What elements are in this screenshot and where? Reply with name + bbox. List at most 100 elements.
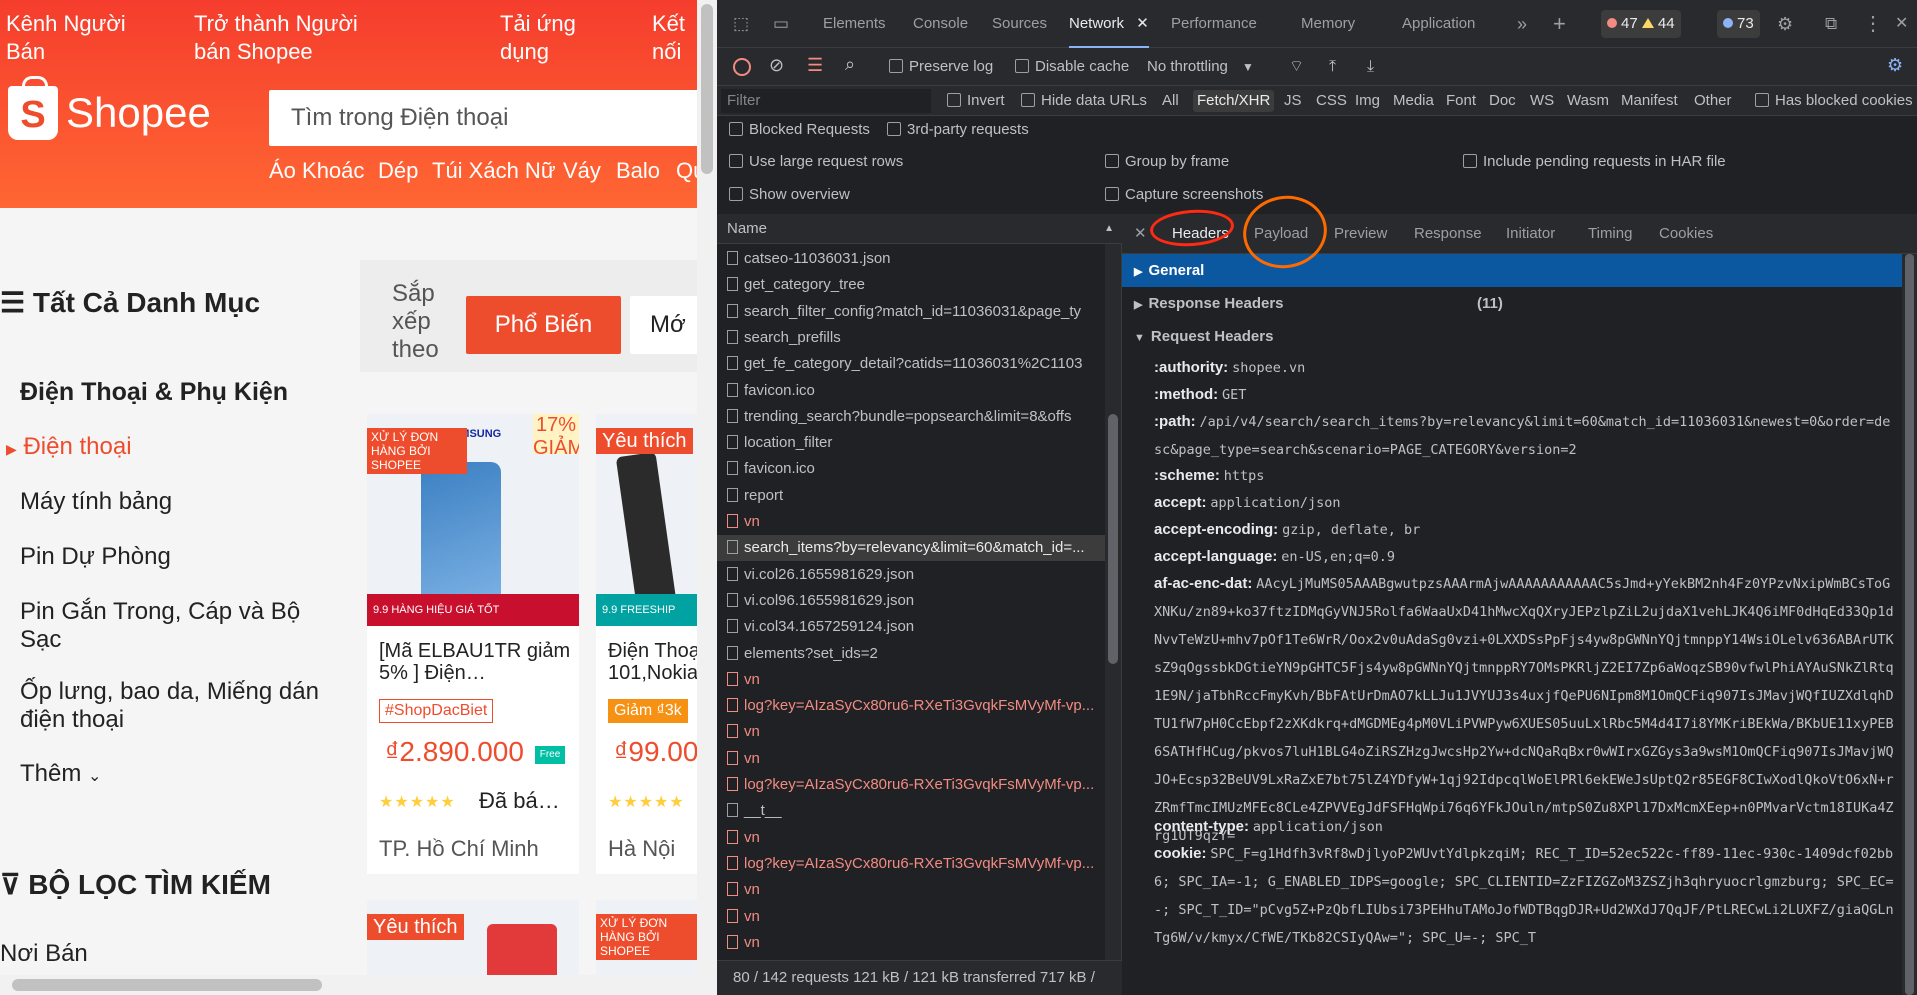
checkbox[interactable] [729,122,743,136]
request-row[interactable]: catseo-11036031.json [717,246,1105,272]
scrollbar-thumb[interactable] [12,979,322,991]
product-card[interactable]: 9.9 FREESHIP XTRA+ Yêu thích Điện Thoạ 1… [596,414,697,874]
request-row[interactable]: search_items?by=relevancy&limit=60&match… [717,535,1105,562]
include-pending-checkbox[interactable]: Include pending requests in HAR file [1463,152,1726,172]
request-row[interactable]: search_filter_config?match_id=11036031&p… [717,299,1105,325]
category-parent[interactable]: Điện Thoại & Phụ Kiện [20,378,288,406]
request-headers-toggle[interactable]: ▼ Request Headers [1122,320,1902,353]
keyword-link[interactable]: Dép [378,158,418,184]
network-conditions-icon[interactable]: ⌔ [1289,57,1304,77]
general-section-toggle[interactable]: ▶ General [1122,254,1902,287]
request-row[interactable]: vn [717,877,1105,903]
blocked-requests-checkbox[interactable]: Blocked Requests [729,120,870,140]
download-app-link[interactable]: Tải ứng dụng [500,10,590,66]
request-row[interactable]: vn [717,719,1105,745]
filter-type-media[interactable]: Media [1389,90,1438,112]
filter-icon[interactable]: ☰ [807,55,823,75]
category-item[interactable]: Pin Gắn Trong, Cáp và Bộ Sạc [20,598,320,654]
network-settings-gear-icon[interactable]: ⚙ [1887,55,1903,75]
request-row[interactable]: favicon.ico [717,378,1105,404]
keyword-link[interactable]: Áo Khoác [269,158,364,184]
close-tab-icon[interactable]: ✕ [1136,15,1149,32]
checkbox[interactable] [1021,93,1035,107]
request-row[interactable]: __t__ [717,798,1105,824]
search-icon[interactable]: ⌕ [845,54,855,74]
horizontal-scrollbar[interactable] [0,975,697,995]
request-row[interactable]: report [717,483,1105,509]
scrollbar-thumb[interactable] [701,4,713,174]
tab-response[interactable]: Response [1414,224,1482,244]
tab-preview[interactable]: Preview [1334,224,1387,244]
category-item[interactable]: Máy tính bảng [20,488,172,516]
filter-type-all[interactable]: All [1158,90,1183,112]
filter-type-other[interactable]: Other [1690,90,1736,112]
filter-type-fetch-xhr[interactable]: Fetch/XHR [1193,90,1275,112]
scrollbar-thumb[interactable] [1108,414,1118,664]
filter-type-css[interactable]: CSS [1312,90,1351,112]
more-categories-button[interactable]: Thêm ⌄ [20,760,101,791]
checkbox[interactable] [947,93,961,107]
category-item[interactable]: Ốp lưng, bao da, Miếng dán điện thoại [20,678,320,734]
show-overview-checkbox[interactable]: Show overview [729,185,850,205]
close-detail-icon[interactable]: ✕ [1134,224,1147,244]
more-tabs-icon[interactable]: » [1517,0,1527,48]
close-devtools-icon[interactable]: ✕ [1895,0,1908,48]
request-row[interactable]: get_category_tree [717,272,1105,298]
keyword-link[interactable]: Qu [676,158,697,184]
request-row[interactable]: vn [717,930,1105,956]
download-icon[interactable]: ⤓ [1367,57,1374,77]
request-row[interactable]: elements?set_ids=2 [717,641,1105,667]
checkbox[interactable] [887,122,901,136]
sort-newest-button[interactable]: Mớ [630,296,697,354]
messages-counter[interactable]: 73 [1717,10,1760,38]
name-column-header[interactable]: Name ▲ [717,214,1122,244]
vertical-scrollbar[interactable] [697,0,717,995]
throttling-select[interactable]: No throttling ▼ [1147,57,1254,77]
clear-icon[interactable]: ⊘ [769,55,784,75]
filter-type-js[interactable]: JS [1280,90,1306,112]
category-item-dien-thoai[interactable]: ▶ Điện thoại [6,433,132,463]
checkbox[interactable] [1105,154,1119,168]
detail-scrollbar[interactable] [1902,254,1917,995]
hide-data-urls-checkbox[interactable]: Hide data URLs [1017,90,1151,112]
request-row[interactable]: vn [717,746,1105,772]
checkbox[interactable] [729,154,743,168]
all-categories-heading[interactable]: ☰ Tất Cả Danh Mục [0,286,260,319]
keyword-link[interactable]: Váy [563,158,601,184]
request-row[interactable]: get_fe_category_detail?catids=11036031%2… [717,351,1105,377]
invert-checkbox[interactable]: Invert [943,90,1009,112]
request-row[interactable]: vi.col96.1655981629.json [717,588,1105,614]
category-item[interactable]: Pin Dự Phòng [20,543,171,571]
tab-cookies[interactable]: Cookies [1659,224,1713,244]
add-tab-icon[interactable]: + [1553,0,1566,48]
filter-type-font[interactable]: Font [1442,90,1480,112]
capture-screenshots-checkbox[interactable]: Capture screenshots [1105,185,1263,205]
response-headers-toggle[interactable]: ▶ Response Headers (11) [1122,287,1902,320]
tab-initiator[interactable]: Initiator [1506,224,1555,244]
preserve-log-checkbox[interactable]: Preserve log [889,57,993,77]
request-row[interactable]: vi.col34.1657259124.json [717,614,1105,640]
has-blocked-cookies-checkbox[interactable]: Has blocked cookies [1751,90,1917,112]
issues-counter[interactable]: 47 44 [1601,10,1681,38]
request-row[interactable]: vn [717,667,1105,693]
keyword-link[interactable]: Balo [616,158,660,184]
request-row[interactable]: favicon.ico [717,456,1105,482]
request-row[interactable]: location_filter [717,430,1105,456]
connect-link[interactable]: Kết nối [652,10,692,66]
shopee-logo[interactable]: S Shopee [8,76,211,140]
request-row[interactable]: vn [717,825,1105,851]
filter-type-manifest[interactable]: Manifest [1617,90,1682,112]
scrollbar-thumb[interactable] [1905,254,1914,995]
seller-channel-link[interactable]: Kênh Người Bán [6,10,126,66]
checkbox[interactable] [729,187,743,201]
filter-type-doc[interactable]: Doc [1485,90,1520,112]
large-rows-checkbox[interactable]: Use large request rows [729,152,903,172]
request-row[interactable]: vn [717,509,1105,535]
filter-type-wasm[interactable]: Wasm [1563,90,1613,112]
checkbox[interactable] [1105,187,1119,201]
product-card[interactable]: SAMSUNG 9.9 HÀNG HIỆU GIÁ TỐT XỬ LÝ ĐƠN … [367,414,579,874]
group-by-frame-checkbox[interactable]: Group by frame [1105,152,1229,172]
checkbox[interactable] [1463,154,1477,168]
request-row[interactable]: trending_search?bundle=popsearch&limit=8… [717,404,1105,430]
request-row[interactable]: log?key=AIzaSyCx80ru6-RXeTi3GvqkFsMVyMf-… [717,772,1105,798]
